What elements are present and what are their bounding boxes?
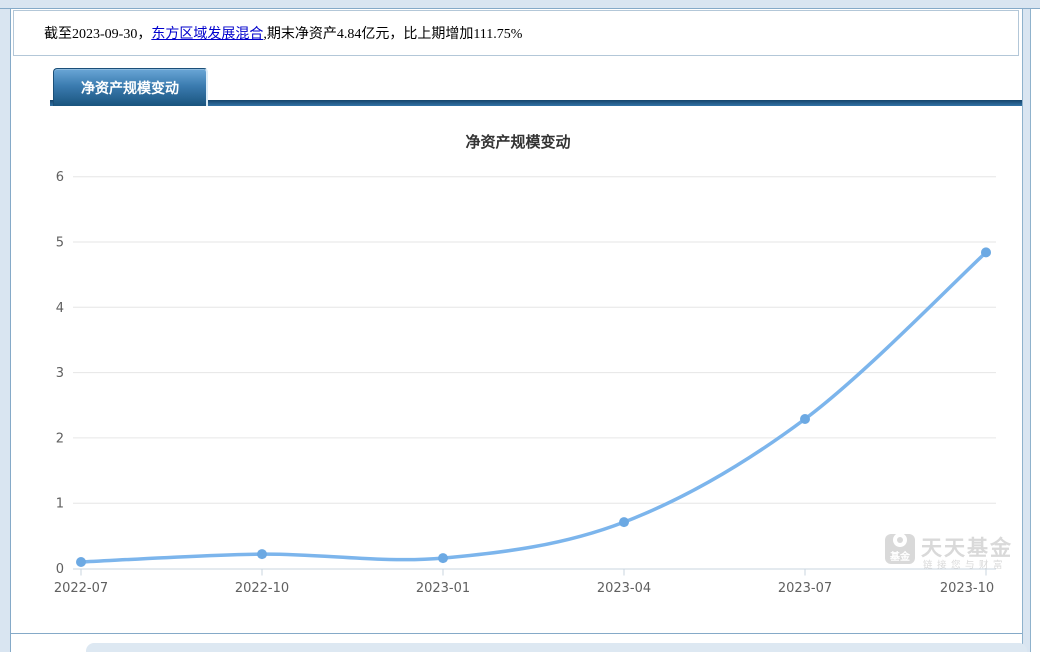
net-asset-chart: 净资产规模变动 0 1 2 3 4 5 6 2022-07 2022-10 2023-01 2023-…: [11, 106, 1022, 633]
fund-asset-page: 截至2023-09-30，东方区域发展混合,期末净资产4.84亿元，比上期增加1…: [0, 0, 1040, 652]
data-point-marker: [257, 549, 267, 559]
watermark-brand-text: 天天基金: [921, 536, 1013, 560]
summary-prefix-text: 截至2023-09-30，: [44, 23, 151, 43]
y-axis-tick-label: 4: [56, 301, 64, 316]
data-point-marker: [800, 414, 810, 424]
watermark-slogan-text: 链接您与财富: [923, 559, 1007, 571]
x-axis-tick-label: 2023-10: [940, 581, 994, 596]
page-background-top: [0, 0, 1040, 8]
x-axis-tick-label: 2023-07: [778, 581, 832, 596]
y-axis-tick-label: 0: [56, 562, 64, 577]
y-axis-tick-label: 6: [56, 170, 64, 185]
data-point-marker: [438, 553, 448, 563]
data-point-marker: [76, 557, 86, 567]
chart-svg: 净资产规模变动 0 1 2 3 4 5 6 2022-07 2022-10 2023-01 2023-…: [11, 106, 1022, 633]
tab-label: 净资产规模变动: [81, 78, 179, 98]
y-axis-tick-label: 3: [56, 366, 64, 381]
net-asset-line-series: [81, 252, 986, 562]
next-section-header: [86, 643, 1027, 652]
page-background-left: [0, 9, 10, 652]
y-axis-tick-label: 2: [56, 431, 64, 446]
data-point-marker: [619, 517, 629, 527]
x-axis-tick-label: 2022-07: [54, 581, 108, 596]
chart-title: 净资产规模变动: [465, 133, 570, 151]
watermark-logo-text: 基金: [889, 550, 911, 563]
right-scrollbar[interactable]: [1022, 9, 1031, 652]
x-axis-tick-label: 2023-01: [416, 581, 470, 596]
content-container: 截至2023-09-30，东方区域发展混合,期末净资产4.84亿元，比上期增加1…: [11, 9, 1022, 652]
x-axis-tick-label: 2023-04: [597, 581, 651, 596]
watermark: 基金天天基金链接您与财富: [885, 533, 1013, 571]
y-axis-tick-label: 1: [56, 497, 64, 512]
fund-name-link[interactable]: 东方区域发展混合: [151, 23, 263, 43]
data-point-marker: [981, 247, 991, 257]
y-axis-tick-label: 5: [56, 236, 64, 251]
summary-info-bar: 截至2023-09-30，东方区域发展混合,期末净资产4.84亿元，比上期增加1…: [13, 10, 1019, 56]
summary-suffix-text: ,期末净资产4.84亿元，比上期增加111.75%: [263, 23, 522, 43]
watermark-logo-coin-dot: [897, 537, 903, 543]
chart-bottom-border: [11, 633, 1022, 634]
tab-net-asset-change[interactable]: 净资产规模变动: [53, 68, 208, 106]
x-axis-tick-label: 2022-10: [235, 581, 289, 596]
